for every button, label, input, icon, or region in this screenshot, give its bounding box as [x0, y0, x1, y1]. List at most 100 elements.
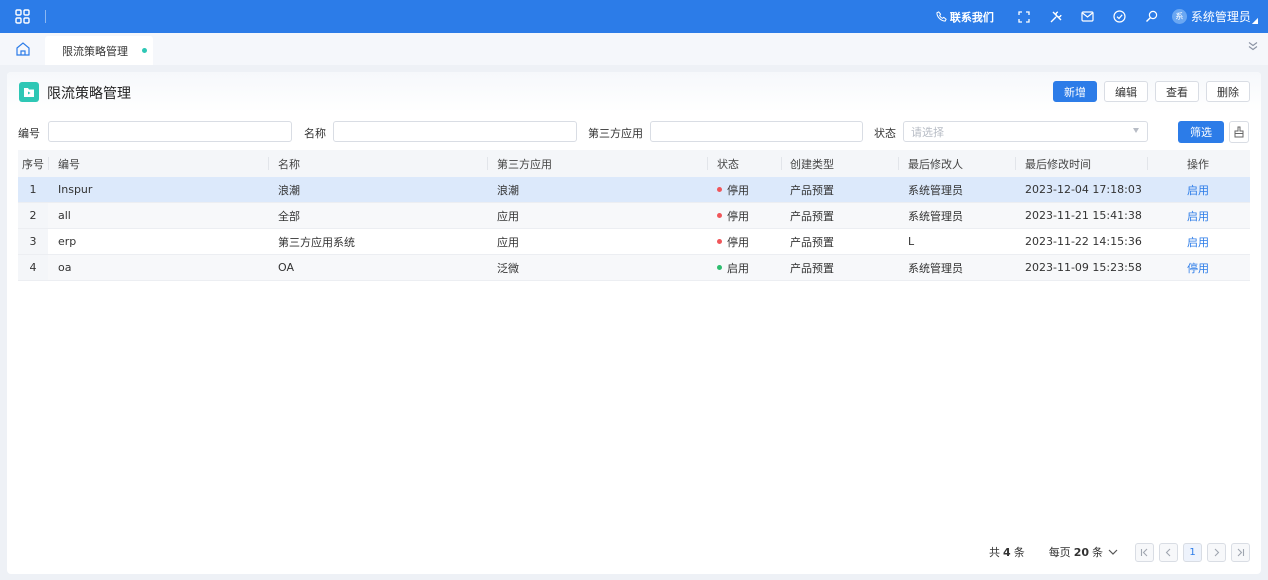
cell-name: OA — [278, 261, 294, 274]
page-number-current[interactable]: 1 — [1183, 542, 1202, 562]
status-dot-enabled — [717, 265, 722, 270]
total-suffix: 条 — [1013, 546, 1025, 559]
page-size-value: 20 — [1073, 545, 1089, 559]
cell-code: all — [58, 209, 71, 222]
messages-button[interactable] — [1072, 0, 1104, 33]
code-filter-label: 编号 — [18, 127, 40, 140]
cell-status: 启用 — [717, 255, 749, 280]
clear-filter-button[interactable] — [1229, 121, 1249, 143]
home-icon[interactable] — [15, 41, 31, 57]
user-avatar: 系 — [1171, 9, 1187, 24]
column-divider — [1015, 157, 1016, 170]
user-menu[interactable]: 系 系统管理员 ◢ — [1171, 8, 1258, 25]
name-filter-input[interactable] — [333, 121, 577, 142]
enable-link[interactable]: 启用 — [1187, 203, 1209, 228]
row-index: 4 — [18, 255, 48, 280]
tab-rate-limit-policy[interactable]: 限流策略管理 — [45, 36, 153, 65]
status-dot-disabled — [717, 213, 722, 218]
last-page-button[interactable] — [1231, 542, 1250, 562]
page-title: 限流策略管理 — [47, 86, 131, 102]
add-button[interactable]: 新增 — [1053, 81, 1097, 102]
status-select-placeholder: 请选择 — [911, 125, 944, 139]
first-page-button[interactable] — [1135, 542, 1154, 562]
row-index: 2 — [18, 203, 48, 228]
size-suffix: 条 — [1092, 546, 1103, 559]
tools-icon — [1050, 10, 1062, 22]
chevron-left-icon — [1165, 548, 1171, 556]
total-prefix: 共 — [989, 546, 1001, 559]
tab-bar: 限流策略管理 — [0, 33, 1268, 65]
cell-modified-time: 2023-12-04 17:18:03 — [1025, 183, 1142, 196]
topbar-divider — [45, 10, 46, 23]
page-size-select[interactable]: 每页 20 条 — [1049, 544, 1118, 560]
table-row[interactable]: 1 Inspur 浪潮 浪潮 停用 产品预置 系统管理员 2023-12-04 … — [18, 177, 1250, 203]
status-dot-disabled — [717, 239, 722, 244]
enable-link[interactable]: 启用 — [1187, 229, 1209, 254]
active-tab-dot — [142, 48, 147, 53]
search-button[interactable] — [1136, 0, 1168, 33]
tools-button[interactable] — [1040, 0, 1072, 33]
next-page-button[interactable] — [1207, 542, 1226, 562]
status-filter-select[interactable]: 请选择 — [903, 121, 1148, 142]
table-row[interactable]: 4 oa OA 泛微 启用 产品预置 系统管理员 2023-11-09 15:2… — [18, 255, 1250, 281]
table-header-row: 序号 编号 名称 第三方应用 状态 创建类型 最后修改人 最后修改时间 操作 — [18, 150, 1250, 177]
app-filter-input[interactable] — [650, 121, 863, 142]
cell-code: Inspur — [58, 183, 93, 196]
cell-modifier: 系统管理员 — [908, 209, 963, 223]
cell-code: erp — [58, 235, 77, 248]
main-panel: 限流策略管理 新增 编辑 查看 删除 编号 名称 第三方应用 状态 请选择 筛选 — [7, 72, 1261, 574]
table-row[interactable]: 3 erp 第三方应用系统 应用 停用 产品预置 L 2023-11-22 14… — [18, 229, 1250, 255]
caret-down-icon: ◢ — [1251, 16, 1258, 25]
disable-link[interactable]: 停用 — [1187, 255, 1209, 280]
cell-status: 停用 — [717, 229, 749, 254]
folder-icon — [19, 82, 39, 102]
cell-app: 泛微 — [497, 261, 519, 275]
policy-table: 序号 编号 名称 第三方应用 状态 创建类型 最后修改人 最后修改时间 操作 1… — [18, 150, 1250, 281]
cell-app: 浪潮 — [497, 183, 519, 197]
tasks-button[interactable] — [1104, 0, 1136, 33]
cell-name: 浪潮 — [278, 183, 300, 197]
header-status: 状态 — [717, 157, 739, 171]
chevron-double-down-icon[interactable] — [1248, 41, 1258, 51]
cell-code: oa — [58, 261, 72, 274]
table-row[interactable]: 2 all 全部 应用 停用 产品预置 系统管理员 2023-11-21 15:… — [18, 203, 1250, 229]
cell-app: 应用 — [497, 209, 519, 223]
cell-name: 第三方应用系统 — [278, 235, 355, 249]
app-filter-label: 第三方应用 — [588, 127, 643, 140]
view-button[interactable]: 查看 — [1155, 81, 1199, 102]
enable-link[interactable]: 启用 — [1187, 177, 1209, 202]
column-divider — [268, 157, 269, 170]
fullscreen-button[interactable] — [1008, 0, 1040, 33]
header-operation: 操作 — [1187, 157, 1209, 171]
cell-create-type: 产品预置 — [790, 183, 834, 197]
apps-grid-icon[interactable] — [15, 9, 30, 24]
contact-us-label: 联系我们 — [949, 10, 994, 24]
column-divider — [1147, 157, 1148, 170]
chevron-down-icon — [1108, 549, 1118, 555]
status-text: 停用 — [727, 183, 749, 197]
code-filter-input[interactable] — [48, 121, 292, 142]
cell-modifier: 系统管理员 — [908, 261, 963, 275]
row-index: 1 — [18, 177, 48, 202]
pagination: 共4条 每页 20 条 1 — [989, 542, 1250, 562]
chevron-right-icon — [1214, 548, 1220, 556]
mail-icon — [1081, 11, 1094, 22]
tab-label: 限流策略管理 — [62, 44, 128, 58]
edit-button[interactable]: 编辑 — [1104, 81, 1148, 102]
status-text: 停用 — [727, 235, 749, 249]
prev-page-button[interactable] — [1159, 542, 1178, 562]
cell-modifier: 系统管理员 — [908, 183, 963, 197]
cell-create-type: 产品预置 — [790, 261, 834, 275]
cell-name: 全部 — [278, 209, 300, 223]
cell-modified-time: 2023-11-22 14:15:36 — [1025, 235, 1142, 248]
status-filter-label: 状态 — [874, 127, 896, 140]
filter-button[interactable]: 筛选 — [1178, 121, 1224, 143]
cell-app: 应用 — [497, 235, 519, 249]
column-divider — [48, 157, 49, 170]
name-filter-label: 名称 — [304, 127, 326, 140]
fullscreen-icon — [1018, 10, 1030, 23]
search-icon — [1146, 10, 1158, 22]
contact-us-link[interactable]: 联系我们 — [936, 9, 994, 25]
column-divider — [898, 157, 899, 170]
delete-button[interactable]: 删除 — [1206, 81, 1250, 102]
